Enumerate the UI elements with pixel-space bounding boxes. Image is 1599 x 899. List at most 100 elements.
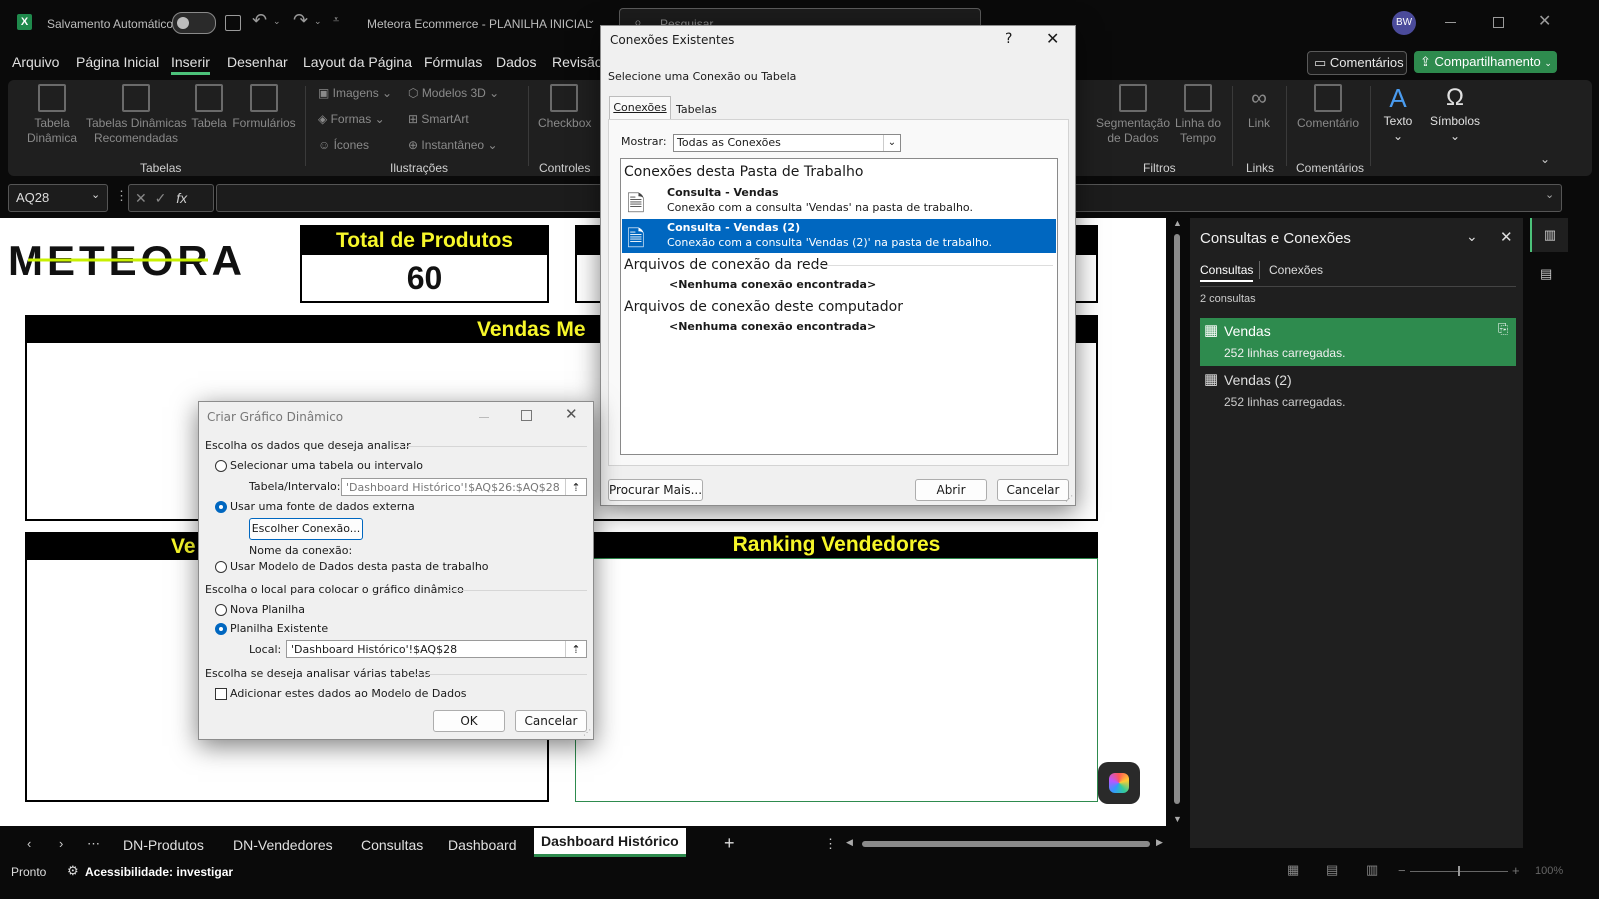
panel-close-icon[interactable]: ✕ (1500, 228, 1513, 246)
ribbon-comentario[interactable]: Comentário (1294, 84, 1362, 131)
menu-formulas[interactable]: Fórmulas (424, 54, 482, 70)
radio-select-table-label[interactable]: Selecionar uma tabela ou intervalo (230, 459, 423, 472)
title-chevron-down-icon[interactable]: ⌄ (587, 15, 595, 26)
undo-icon[interactable]: ↶ (252, 10, 267, 31)
chart-ranking-vendedores[interactable]: Ranking Vendedores (575, 532, 1098, 802)
tab-tabelas[interactable]: Tabelas (676, 103, 717, 116)
ribbon-tabela-dinamica[interactable]: Tabela Dinâmica (18, 84, 86, 146)
ribbon-link[interactable]: ∞ Link (1240, 84, 1278, 131)
open-button[interactable]: Abrir (915, 479, 987, 501)
sheet-tab-dn-vendedores[interactable]: DN-Vendedores (233, 837, 333, 853)
resize-grip-icon[interactable]: ⋰ (1065, 494, 1073, 503)
panel-options-icon[interactable]: ⌄ (1466, 228, 1478, 245)
ribbon-tabelas-dinamicas-recomendadas[interactable]: Tabelas Dinâmicas Recomendadas (86, 84, 187, 146)
menu-inserir[interactable]: Inserir (171, 54, 210, 75)
minimize-icon[interactable] (1445, 22, 1456, 23)
save-icon[interactable] (225, 15, 241, 31)
document-title[interactable]: Meteora Ecommerce - PLANILHA INICIAL (367, 17, 592, 31)
zoom-slider[interactable] (1410, 866, 1508, 876)
format-pane-icon[interactable]: ▤ (1540, 266, 1552, 282)
local-collapse-icon[interactable]: ⇡ (565, 641, 586, 657)
local-input[interactable]: 'Dashboard Histórico'!$AQ$28 ⇡ (286, 640, 587, 658)
ribbon-collapse-icon[interactable]: ⌄ (1540, 152, 1550, 166)
pivot-cancel-button[interactable]: Cancelar (515, 710, 587, 732)
menu-arquivo[interactable]: Arquivo (12, 54, 59, 70)
range-input[interactable]: 'Dashboard Histórico'!$AQ$26:$AQ$28 ⇡ (341, 478, 587, 496)
radio-new-sheet-label[interactable]: Nova Planilha (230, 603, 305, 616)
refresh-icon[interactable]: ⎘ (1498, 321, 1508, 337)
redo-dropdown-icon[interactable]: ⌄ (314, 16, 322, 27)
insert-function-icon[interactable]: fx (176, 190, 187, 206)
scroll-thumb[interactable] (1174, 234, 1180, 804)
help-icon[interactable]: ? (1005, 31, 1012, 47)
sheet-tab-consultas[interactable]: Consultas (361, 837, 423, 853)
redo-icon[interactable]: ↷ (293, 10, 308, 31)
ribbon-instantaneo[interactable]: ⊕ Instantâneo ⌄ (408, 138, 498, 153)
panel-tab-conexoes[interactable]: Conexões (1269, 263, 1323, 277)
radio-external-source-label[interactable]: Usar uma fonte de dados externa (230, 500, 415, 513)
scroll-left-icon[interactable]: ◀ (846, 837, 853, 848)
browse-more-button[interactable]: Procurar Mais... (608, 479, 703, 501)
copilot-button[interactable] (1098, 762, 1140, 804)
ribbon-segmentacao[interactable]: Segmentação de Dados (1094, 84, 1172, 146)
h-scroll-thumb[interactable] (862, 841, 1150, 847)
ribbon-simbolos[interactable]: Ω Símbolos ⌄ (1426, 84, 1484, 144)
connection-item[interactable]: 🗎 Consulta - Vendas Conexão com a consul… (622, 184, 1056, 218)
menu-pagina-inicial[interactable]: Página Inicial (76, 54, 159, 70)
pivot-resize-grip-icon[interactable]: ⋰ (583, 728, 591, 737)
customize-toolbar-icon[interactable]: ⩡ (333, 14, 339, 27)
tab-conexoes[interactable]: Conexões (609, 96, 671, 119)
radio-new-sheet[interactable] (215, 604, 227, 616)
sheet-tab-dn-produtos[interactable]: DN-Produtos (123, 837, 204, 853)
ribbon-formularios[interactable]: Formulários (232, 84, 296, 131)
checkbox-add-to-model-label[interactable]: Adicionar estes dados ao Modelo de Dados (230, 687, 467, 700)
share-button[interactable]: ⇪ Compartilhamento ⌄ (1414, 51, 1557, 73)
card-total-produtos[interactable]: Total de Produtos 60 (300, 225, 549, 303)
more-sheets-icon[interactable]: ⋯ (87, 836, 100, 852)
radio-data-model-label[interactable]: Usar Modelo de Dados desta pasta de trab… (230, 560, 489, 573)
scroll-up-icon[interactable]: ▲ (1173, 218, 1182, 228)
page-break-view-icon[interactable]: ▥ (1366, 862, 1378, 878)
next-sheet-icon[interactable]: › (59, 836, 63, 851)
radio-select-table[interactable] (215, 460, 227, 472)
menu-layout-da-pagina[interactable]: Layout da Página (303, 54, 412, 70)
query-item[interactable]: ▦ Vendas 252 linhas carregadas. ⎘ (1200, 318, 1516, 366)
formula-expand-icon[interactable]: ⌄ (1545, 188, 1554, 201)
mostrar-dropdown[interactable]: Todas as Conexões ⌄ (673, 134, 901, 152)
zoom-in-icon[interactable]: + (1512, 863, 1520, 878)
normal-view-icon[interactable]: ▦ (1287, 862, 1299, 878)
cancel-button[interactable]: Cancelar (997, 479, 1069, 501)
restore-icon[interactable] (1493, 17, 1504, 28)
ribbon-modelos-3d[interactable]: ⬡ Modelos 3D ⌄ (408, 86, 499, 101)
radio-existing-sheet-label[interactable]: Planilha Existente (230, 622, 328, 635)
ok-button[interactable]: OK (433, 710, 505, 732)
menu-revisao[interactable]: Revisão (552, 54, 603, 70)
ribbon-imagens[interactable]: ▣ Imagens ⌄ (318, 86, 392, 101)
ribbon-tabela[interactable]: Tabela (188, 84, 230, 131)
range-collapse-icon[interactable]: ⇡ (565, 479, 586, 495)
dialog-close-icon[interactable]: ✕ (1046, 29, 1059, 48)
connection-item-selected[interactable]: 🗎 Consulta - Vendas (2) Conexão com a co… (622, 219, 1056, 253)
comments-button[interactable]: ▭ Comentários (1307, 51, 1407, 75)
radio-existing-sheet[interactable] (215, 623, 227, 635)
radio-data-model[interactable] (215, 561, 227, 573)
user-avatar[interactable]: BW (1392, 11, 1416, 35)
sheet-tab-dashboard-historico[interactable]: Dashboard Histórico (534, 828, 686, 857)
panel-toggle-icon[interactable]: ▥ (1530, 218, 1568, 252)
ribbon-icones[interactable]: ☺ Ícones (318, 138, 369, 153)
scroll-down-icon[interactable]: ▼ (1173, 814, 1182, 824)
pivot-minimize-icon[interactable] (479, 417, 489, 418)
close-window-icon[interactable]: ✕ (1538, 11, 1551, 31)
pivot-close-icon[interactable]: ✕ (565, 405, 578, 423)
cancel-entry-icon[interactable]: ✕ (135, 190, 147, 206)
query-item[interactable]: ▦ Vendas (2) 252 linhas carregadas. (1200, 367, 1516, 415)
menu-dados[interactable]: Dados (496, 54, 536, 70)
pivot-maximize-icon[interactable] (521, 410, 532, 421)
ribbon-texto[interactable]: A Texto ⌄ (1378, 84, 1418, 144)
zoom-level[interactable]: 100% (1535, 865, 1563, 877)
vertical-scrollbar[interactable]: ▲ ▼ (1170, 218, 1184, 828)
horizontal-scrollbar[interactable]: ◀ ▶ (846, 837, 1166, 850)
prev-sheet-icon[interactable]: ‹ (27, 836, 31, 851)
undo-dropdown-icon[interactable]: ⌄ (273, 16, 281, 27)
add-sheet-icon[interactable]: + (724, 833, 735, 854)
